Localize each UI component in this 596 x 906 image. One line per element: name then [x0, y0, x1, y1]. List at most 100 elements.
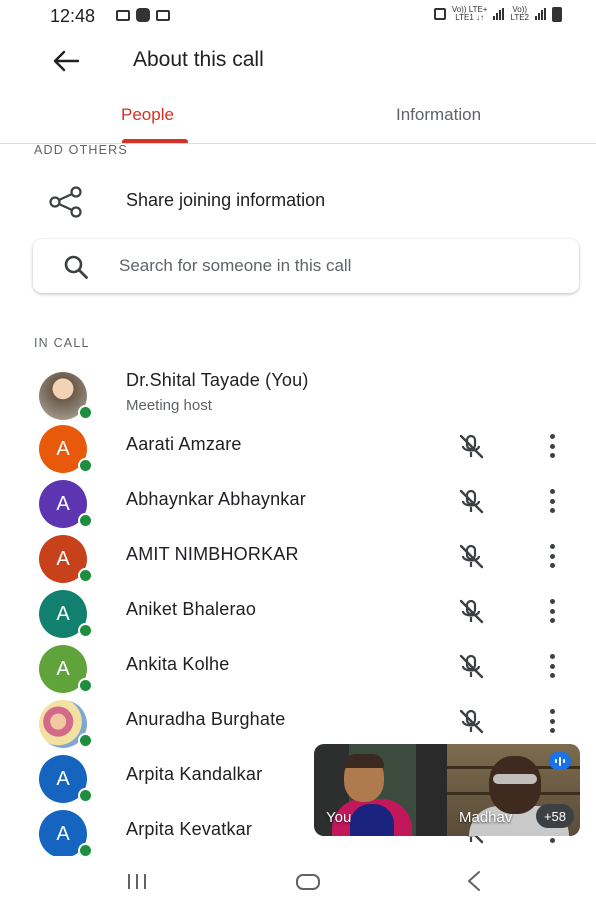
- mic-off-icon[interactable]: [456, 433, 486, 461]
- sim2-indicator: Vo)) LTE2: [510, 6, 529, 22]
- mic-off-icon[interactable]: [456, 488, 486, 516]
- more-vert-icon-dot: [549, 654, 555, 659]
- participant-row[interactable]: A AMIT NIMBHORKAR: [0, 529, 596, 583]
- recents-icon-bar: [144, 874, 146, 889]
- participant-search-box[interactable]: [33, 239, 579, 293]
- more-vert-icon-dot: [549, 663, 555, 669]
- more-vert-icon-dot: [549, 508, 555, 513]
- more-vert-icon-dot: [549, 728, 555, 733]
- battery-icon: [552, 6, 562, 22]
- participant-name: Aarati Amzare: [126, 434, 242, 454]
- participant-more-options-button[interactable]: [542, 597, 562, 625]
- participant-more-options-button[interactable]: [542, 707, 562, 735]
- speaker-video-label: Madhav: [459, 809, 513, 826]
- participant-name: AMIT NIMBHORKAR: [126, 544, 299, 564]
- participant-row[interactable]: A Ankita Kolhe: [0, 639, 596, 693]
- recents-icon-bar: [128, 874, 130, 889]
- nav-back-icon[interactable]: [466, 870, 482, 892]
- participant-row[interactable]: A Aarati Amzare: [0, 419, 596, 473]
- more-vert-icon-dot: [549, 544, 555, 549]
- tab-bar: People Information: [0, 95, 596, 144]
- app-header: About this call: [0, 30, 596, 90]
- page-title: About this call: [133, 48, 264, 71]
- arrow-back-icon: [53, 50, 80, 72]
- participant-name: Dr.Shital Tayade (You): [126, 370, 309, 390]
- more-vert-icon-dot: [549, 709, 555, 714]
- participant-name: Ankita Kolhe: [126, 654, 230, 674]
- more-vert-icon-dot: [549, 718, 555, 724]
- system-navigation-bar: [0, 856, 596, 906]
- participant-more-options-button[interactable]: [542, 542, 562, 570]
- avatar-initial: A: [56, 657, 70, 680]
- more-vert-icon-dot: [549, 599, 555, 604]
- share-joining-info-label: Share joining information: [126, 190, 326, 210]
- participant-row[interactable]: Dr.Shital Tayade (You) Meeting host: [0, 366, 596, 420]
- participant-more-options-button[interactable]: [542, 432, 562, 460]
- add-others-heading: ADD OTHERS: [34, 143, 128, 157]
- back-button[interactable]: [46, 46, 86, 76]
- recents-button[interactable]: [128, 874, 146, 889]
- video-notification-icon: [116, 9, 130, 21]
- tab-information[interactable]: Information: [396, 105, 481, 125]
- mic-off-icon[interactable]: [456, 598, 486, 626]
- participant-row[interactable]: A Abhaynkar Abhaynkar: [0, 474, 596, 528]
- mic-off-icon[interactable]: [456, 708, 486, 736]
- presence-indicator: [78, 678, 93, 693]
- avatar-initial: A: [56, 822, 70, 845]
- share-joining-info-button[interactable]: Share joining information: [0, 180, 596, 224]
- presence-indicator: [78, 458, 93, 473]
- video-preview[interactable]: You Madhav +58: [314, 744, 580, 836]
- more-vert-icon-dot: [549, 608, 555, 614]
- presence-indicator: [78, 788, 93, 803]
- more-vert-icon-dot: [549, 838, 555, 843]
- avatar-initial: A: [56, 492, 70, 515]
- more-participants-badge[interactable]: +58: [536, 804, 574, 828]
- sim1-sub: LTE1 ↓↑: [455, 13, 485, 22]
- speaker-video-tile[interactable]: Madhav +58: [447, 744, 580, 836]
- speaker-video-face: [489, 756, 541, 814]
- tab-people[interactable]: People: [121, 105, 174, 125]
- share-icon: [49, 186, 82, 218]
- avatar-initial: A: [56, 437, 70, 460]
- signal-1-icon: [493, 8, 505, 20]
- presence-indicator: [78, 568, 93, 583]
- participant-name: Aniket Bhalerao: [126, 599, 257, 619]
- avatar-initial: A: [56, 767, 70, 790]
- alarm-icon: [433, 8, 446, 20]
- in-call-heading: IN CALL: [34, 336, 90, 350]
- home-button[interactable]: [296, 874, 320, 890]
- participant-row[interactable]: Anuradha Burghate: [0, 694, 596, 748]
- app-notification-icon: [136, 8, 150, 22]
- participant-row[interactable]: A Aniket Bhalerao: [0, 584, 596, 638]
- self-video-tile[interactable]: You: [314, 744, 447, 836]
- sim2-sub: LTE2: [510, 13, 529, 22]
- participant-more-options-button[interactable]: [542, 487, 562, 515]
- sim1-indicator: Vo)) LTE+ LTE1 ↓↑: [452, 6, 488, 22]
- recents-icon-bar: [136, 874, 138, 889]
- status-time: 12:48: [50, 6, 96, 26]
- mic-off-icon[interactable]: [456, 543, 486, 571]
- status-bar: 12:48 Vo)) LTE+ LTE1 ↓↑ Vo)) LTE2: [0, 0, 596, 30]
- notification-icons: [116, 8, 170, 22]
- participant-more-options-button[interactable]: [542, 652, 562, 680]
- presence-indicator: [78, 405, 93, 420]
- self-video-label: You: [326, 809, 352, 826]
- search-icon: [64, 255, 88, 279]
- speaker-video-glasses: [493, 774, 537, 784]
- self-video-figure-detail: [350, 804, 394, 836]
- system-icons: Vo)) LTE+ LTE1 ↓↑ Vo)) LTE2: [433, 6, 562, 22]
- signal-2-icon: [535, 8, 546, 20]
- participant-name: Arpita Kandalkar: [126, 764, 263, 784]
- participant-name: Abhaynkar Abhaynkar: [126, 489, 306, 509]
- participant-name: Anuradha Burghate: [126, 709, 286, 729]
- more-vert-icon-dot: [549, 553, 555, 559]
- gallery-notification-icon: [156, 9, 170, 21]
- more-vert-icon-dot: [549, 563, 555, 568]
- presence-indicator: [78, 513, 93, 528]
- presence-indicator: [78, 623, 93, 638]
- mic-off-icon[interactable]: [456, 653, 486, 681]
- search-input[interactable]: [119, 253, 539, 279]
- participant-name: Arpita Kevatkar: [126, 819, 253, 839]
- speaking-indicator-icon: [549, 752, 571, 770]
- avatar-initial: A: [56, 602, 70, 625]
